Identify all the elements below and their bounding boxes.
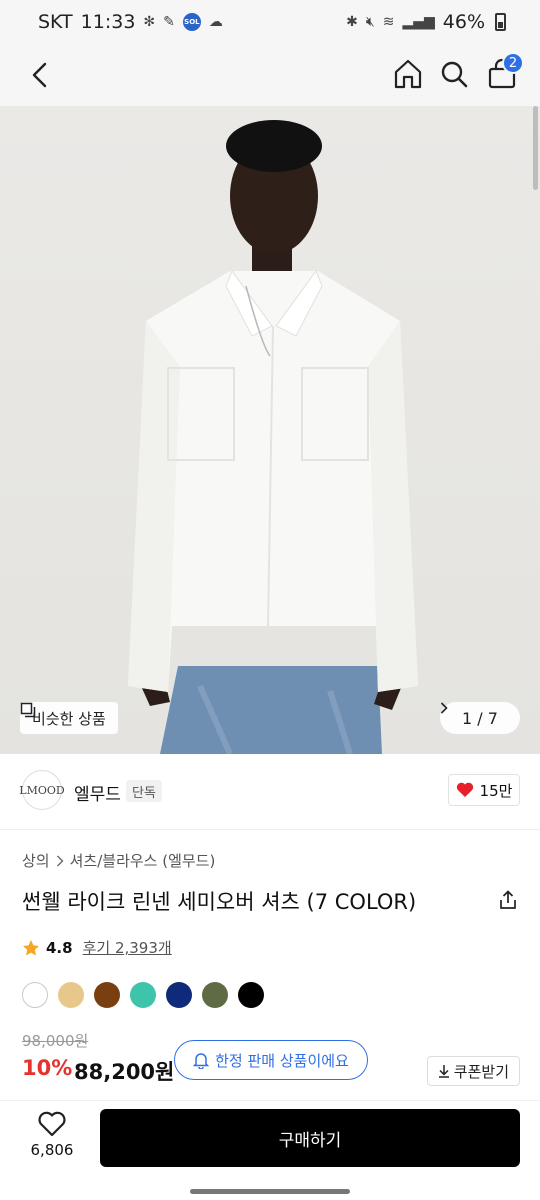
similar-products-button[interactable]: 비슷한 상품	[20, 702, 118, 734]
back-button[interactable]	[22, 57, 58, 93]
bottom-action-bar: 6,806 구매하기	[0, 1100, 540, 1200]
app-notification-icon: SOL	[182, 13, 201, 31]
status-bar: SKT 11:33 ✻ ✎ SOL ☁ ✱ 🔇︎ ≋ ▂▄▆ 46%	[0, 0, 540, 44]
original-price: 98,000원	[22, 1032, 89, 1050]
download-icon	[438, 1065, 449, 1078]
color-swatch-black[interactable]	[238, 982, 264, 1008]
home-indicator[interactable]	[190, 1189, 350, 1194]
color-swatch-navy[interactable]	[166, 982, 192, 1008]
sale-price: 88,200원	[74, 1060, 175, 1084]
page-indicator: 1 / 7	[462, 708, 498, 728]
limited-sale-chip[interactable]: 한정 판매 상품이에요	[174, 1040, 368, 1080]
wifi-icon: ≋	[382, 14, 395, 30]
image-pager[interactable]: 1 / 7	[440, 702, 520, 734]
breadcrumb-item[interactable]: 셔츠/블라우스 (엘무드)	[70, 850, 216, 871]
wishlist-button[interactable]: 6,806	[22, 1111, 82, 1171]
like-count: 15만	[479, 781, 513, 800]
clock: 11:33	[80, 11, 136, 33]
home-button[interactable]	[390, 56, 426, 92]
star-icon	[23, 939, 39, 955]
chevron-right-icon	[440, 702, 448, 714]
limited-sale-label: 한정 판매 상품이에요	[215, 1051, 349, 1070]
signal-icon: ▂▄▆	[402, 14, 435, 30]
cart-count-badge: 2	[502, 52, 524, 74]
edit-icon: ✎	[163, 14, 175, 30]
exclusive-tag: 단독	[126, 780, 162, 802]
bell-icon	[193, 1053, 210, 1069]
share-icon	[500, 890, 516, 909]
top-nav: 2	[0, 44, 540, 106]
buy-button[interactable]: 구매하기	[100, 1109, 520, 1167]
coupon-label: 쿠폰받기	[453, 1062, 509, 1081]
color-swatches	[22, 982, 264, 1008]
brand-row: LMOOD 엘무드 단독 15만	[0, 754, 540, 830]
model-photo	[128, 120, 418, 754]
search-icon	[441, 61, 468, 88]
home-icon	[394, 59, 422, 89]
chevron-left-icon	[32, 62, 47, 88]
bluetooth-icon: ✱	[346, 14, 358, 30]
color-swatch-brown[interactable]	[94, 982, 120, 1008]
brand-name[interactable]: 엘무드	[74, 780, 121, 805]
color-swatch-white[interactable]	[22, 982, 48, 1008]
cloud-icon: ☁	[208, 14, 223, 30]
cart-button[interactable]: 2	[484, 52, 524, 92]
color-swatch-khaki[interactable]	[202, 982, 228, 1008]
coupon-button[interactable]: 쿠폰받기	[426, 1056, 520, 1086]
wishlist-count: 6,806	[30, 1141, 74, 1159]
discount-rate: 10%	[22, 1056, 73, 1080]
scroll-indicator	[533, 106, 538, 190]
chevron-right-icon	[56, 855, 64, 866]
brand-like-button[interactable]: 15만	[448, 774, 520, 806]
breadcrumb: 상의 셔츠/블라우스 (엘무드)	[22, 850, 215, 871]
battery-icon	[495, 13, 506, 31]
heart-outline-icon	[38, 1111, 66, 1137]
carrier-label: SKT	[38, 11, 73, 33]
heart-filled-icon	[456, 782, 473, 797]
rating-score: 4.8	[46, 938, 73, 957]
share-button[interactable]	[498, 890, 518, 910]
search-button[interactable]	[436, 56, 472, 92]
fan-icon: ✻	[143, 14, 156, 30]
battery-level: 46%	[442, 11, 485, 33]
rating-row: 4.8 후기 2,393개	[22, 937, 172, 958]
color-swatch-mint[interactable]	[130, 982, 156, 1008]
reviews-link[interactable]: 후기 2,393개	[83, 937, 172, 958]
breadcrumb-item[interactable]: 상의	[22, 850, 50, 871]
product-image[interactable]: 비슷한 상품 1 / 7	[0, 106, 540, 754]
brand-logo[interactable]: LMOOD	[19, 770, 65, 810]
color-swatch-beige[interactable]	[58, 982, 84, 1008]
mute-icon: 🔇︎	[365, 14, 375, 30]
copy-icon	[20, 702, 36, 718]
product-title: 썬웰 라이크 린넨 세미오버 셔츠 (7 COLOR)	[22, 890, 417, 914]
similar-products-label: 비슷한 상품	[32, 709, 106, 728]
